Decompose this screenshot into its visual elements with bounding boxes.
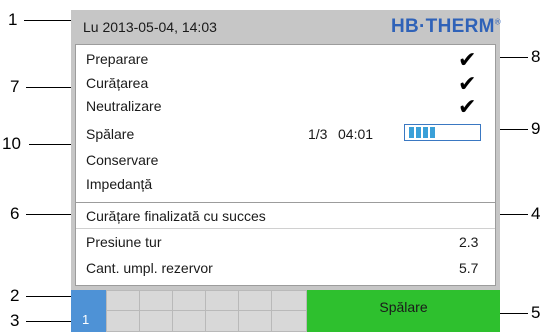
callout-2: 2 bbox=[10, 286, 20, 305]
datetime: Lu 2013-05-04, 14:03 bbox=[83, 19, 217, 35]
divider bbox=[76, 228, 495, 229]
progress-segment bbox=[409, 127, 414, 138]
unit-slot[interactable] bbox=[238, 310, 272, 332]
check-icon: ✔ bbox=[458, 94, 477, 119]
step-curatarea[interactable]: Curățarea bbox=[86, 75, 148, 91]
callout-10: 10 bbox=[2, 134, 21, 153]
operating-mode-label: Spălare bbox=[379, 299, 428, 315]
status-message: Curățare finalizată cu succes bbox=[86, 208, 266, 224]
controller-screen: Lu 2013-05-04, 14:03 HB·THERM® Preparare… bbox=[71, 10, 501, 332]
step-impedanta[interactable]: Impedanță bbox=[86, 176, 152, 192]
operating-mode-button[interactable]: Spălare bbox=[307, 290, 500, 332]
step-preparare[interactable]: Preparare bbox=[86, 51, 148, 67]
progress-segment bbox=[430, 127, 435, 138]
brand-logo-text: HB·THERM bbox=[391, 16, 495, 37]
status-panel: Curățare finalizată cu succes Presiune t… bbox=[75, 202, 496, 286]
remaining-time: 04:01 bbox=[338, 126, 374, 142]
step-neutralizare[interactable]: Neutralizare bbox=[86, 98, 161, 114]
callout-6-line bbox=[26, 214, 71, 215]
unit-grid bbox=[106, 290, 307, 332]
callout-9: 9 bbox=[531, 119, 541, 138]
callout-5-line bbox=[500, 313, 528, 314]
unit-number-box[interactable]: 1 bbox=[71, 290, 106, 332]
callout-8-line bbox=[500, 57, 528, 58]
callout-3-line bbox=[26, 321, 71, 322]
measurement-value: 2.3 bbox=[459, 234, 479, 250]
progress-segment bbox=[416, 127, 421, 138]
unit-slot[interactable] bbox=[139, 290, 173, 311]
header-bar: Lu 2013-05-04, 14:03 HB·THERM® bbox=[71, 10, 501, 41]
step-conservare[interactable]: Conservare bbox=[86, 152, 158, 168]
unit-slot[interactable] bbox=[172, 290, 206, 311]
unit-slot[interactable] bbox=[205, 310, 239, 332]
unit-slot[interactable] bbox=[106, 290, 140, 311]
check-icon: ✔ bbox=[458, 47, 477, 72]
step-counter: 1/3 bbox=[308, 126, 328, 142]
unit-slot[interactable] bbox=[172, 310, 206, 332]
callout-4-line bbox=[500, 214, 528, 215]
callout-5: 5 bbox=[531, 303, 541, 322]
callout-1-line bbox=[24, 20, 71, 21]
callout-1: 1 bbox=[8, 10, 18, 29]
callout-3: 3 bbox=[10, 311, 20, 330]
callout-2-line bbox=[26, 296, 71, 297]
unit-slot[interactable] bbox=[205, 290, 239, 311]
progress-bar bbox=[404, 124, 481, 141]
callout-8: 8 bbox=[531, 47, 541, 66]
unit-slot[interactable] bbox=[271, 290, 307, 311]
callout-10-line bbox=[29, 144, 71, 145]
callout-7: 7 bbox=[10, 77, 20, 96]
unit-slot[interactable] bbox=[271, 310, 307, 332]
callout-9-line bbox=[500, 129, 528, 130]
measurement-label: Cant. umpl. rezervor bbox=[86, 260, 213, 276]
callout-7-line bbox=[26, 87, 71, 88]
measurement-label: Presiune tur bbox=[86, 234, 162, 250]
progress-segment bbox=[423, 127, 428, 138]
measurement-value: 5.7 bbox=[459, 260, 479, 276]
check-icon: ✔ bbox=[458, 71, 477, 96]
unit-slot[interactable] bbox=[106, 310, 140, 332]
registered-mark: ® bbox=[494, 17, 501, 27]
brand-logo: HB·THERM® bbox=[391, 16, 501, 38]
callout-4: 4 bbox=[531, 204, 541, 223]
unit-number: 1 bbox=[82, 312, 90, 327]
callout-6: 6 bbox=[10, 204, 20, 223]
step-spalare[interactable]: Spălare bbox=[86, 126, 134, 142]
footer-bar: 1 Spălare bbox=[71, 290, 500, 332]
unit-slot[interactable] bbox=[139, 310, 173, 332]
program-steps-panel: Preparare Curățarea Neutralizare Spălare… bbox=[75, 44, 496, 206]
unit-slot[interactable] bbox=[238, 290, 272, 311]
